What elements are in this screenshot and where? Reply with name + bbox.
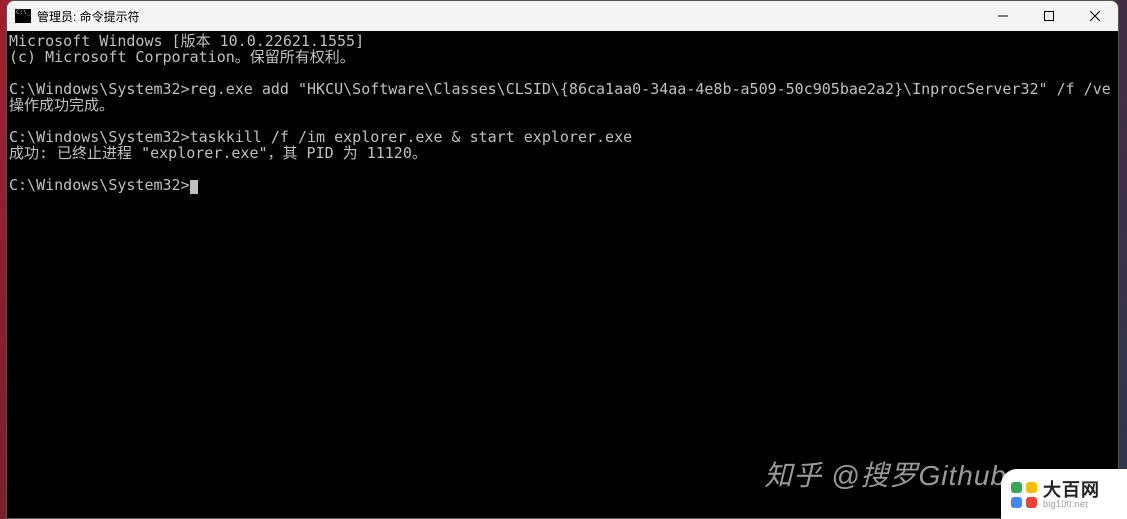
prompt: C:\Windows\System32> <box>9 176 190 194</box>
output-text: 操作成功完成。 <box>9 96 114 114</box>
copyright-line: (c) Microsoft Corporation。保留所有权利。 <box>9 48 355 66</box>
titlebar[interactable]: 管理员: 命令提示符 <box>7 1 1118 31</box>
minimize-button[interactable] <box>980 1 1026 31</box>
command-text: reg.exe add "HKCU\Software\Classes\CLSID… <box>190 80 1111 98</box>
close-button[interactable] <box>1072 1 1118 31</box>
terminal-area[interactable]: Microsoft Windows [版本 10.0.22621.1555] (… <box>7 31 1118 518</box>
cmd-window: 管理员: 命令提示符 Microsoft Windows [版本 10.0.22… <box>6 0 1119 519</box>
cursor <box>190 180 198 194</box>
cmd-icon <box>15 9 31 23</box>
window-title: 管理员: 命令提示符 <box>37 8 140 25</box>
window-controls <box>980 1 1118 31</box>
output-text: 成功: 已终止进程 "explorer.exe"，其 PID 为 11120。 <box>9 144 427 162</box>
maximize-button[interactable] <box>1026 1 1072 31</box>
